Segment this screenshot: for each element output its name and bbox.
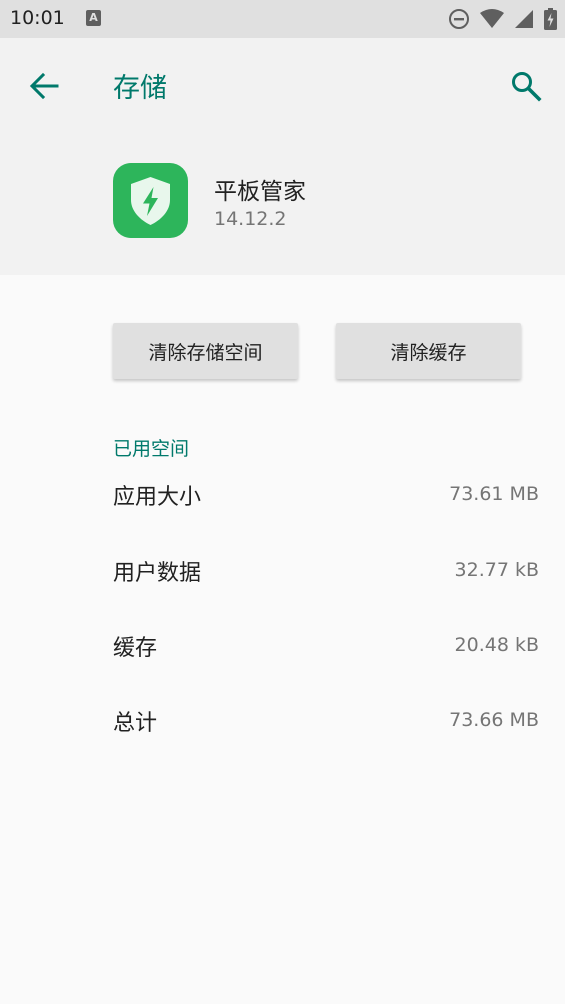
row-value: 73.61 MB: [449, 483, 539, 505]
arrow-left-icon: [29, 72, 59, 100]
search-button[interactable]: [504, 64, 548, 108]
row-value: 32.77 kB: [454, 559, 539, 581]
storage-row-app-size: 应用大小 73.61 MB: [113, 479, 539, 519]
signal-icon: [515, 10, 533, 28]
app-icon: [113, 163, 188, 238]
app-version: 14.12.2: [214, 208, 287, 230]
row-label: 应用大小: [113, 485, 202, 510]
app-info-header: 存储 平板管家 14.12.2: [0, 38, 565, 275]
do-not-disturb-icon: [449, 9, 469, 29]
status-icons: [438, 8, 557, 30]
page-title: 存储: [113, 73, 167, 104]
back-button[interactable]: [22, 64, 66, 108]
status-bar: 10:01 A: [0, 0, 565, 38]
clear-cache-button[interactable]: 清除缓存: [336, 323, 521, 379]
row-value: 73.66 MB: [449, 709, 539, 731]
wifi-icon: [480, 9, 504, 28]
row-label: 缓存: [113, 636, 158, 661]
section-title-used-space: 已用空间: [113, 438, 190, 460]
search-icon: [512, 72, 542, 102]
row-label: 总计: [113, 711, 158, 736]
storage-row-cache: 缓存 20.48 kB: [113, 630, 539, 670]
row-value: 20.48 kB: [454, 634, 539, 656]
status-time: 10:01: [10, 7, 65, 29]
storage-row-user-data: 用户数据 32.77 kB: [113, 555, 539, 595]
storage-row-total: 总计 73.66 MB: [113, 705, 539, 745]
shield-lightning-icon: [131, 177, 170, 225]
app-name: 平板管家: [214, 179, 306, 205]
notification-icon: A: [86, 10, 101, 26]
clear-storage-button[interactable]: 清除存储空间: [113, 323, 298, 379]
row-label: 用户数据: [113, 561, 202, 586]
battery-charging-icon: [544, 8, 557, 30]
